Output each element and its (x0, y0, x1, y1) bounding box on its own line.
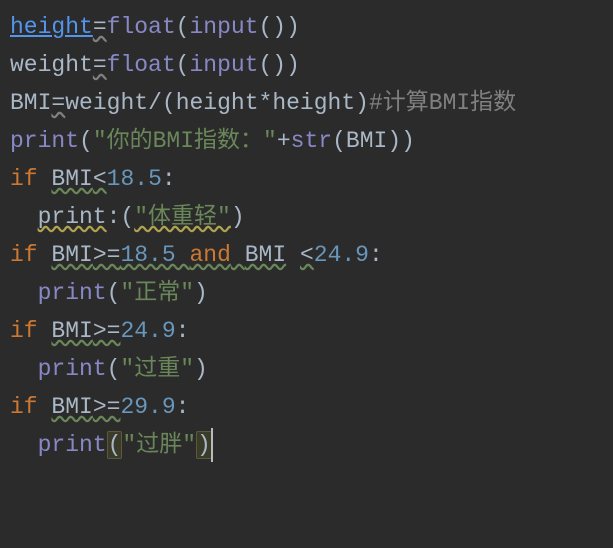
equals-op: = (93, 52, 107, 78)
code-editor[interactable]: height=float(input()) weight=float(input… (0, 0, 613, 464)
code-line[interactable]: print("正常") (10, 274, 609, 312)
paren-open: ( (162, 90, 176, 116)
builtin-float: float (107, 52, 176, 78)
string-literal: "正常" (120, 280, 194, 306)
builtin-input: input (189, 52, 258, 78)
keyword-if: if (10, 242, 38, 268)
colon: : (176, 394, 190, 420)
code-line[interactable]: if BMI>=18.5 and BMI <24.9: (10, 236, 609, 274)
code-line[interactable]: print("过胖") (10, 426, 609, 464)
paren-open: ( (176, 52, 190, 78)
identifier-weight: weight (10, 52, 93, 78)
multiply-op: * (259, 90, 273, 116)
code-line[interactable]: if BMI>=24.9: (10, 312, 609, 350)
keyword-if: if (10, 166, 38, 192)
code-line[interactable]: BMI=weight/(height*height)#计算BMI指数 (10, 84, 609, 122)
paren-open: ( (107, 431, 123, 459)
identifier-height: height (272, 90, 355, 116)
code-line[interactable]: print("你的BMI指数："+str(BMI)) (10, 122, 609, 160)
code-line[interactable]: weight=float(input()) (10, 46, 609, 84)
colon: : (176, 318, 190, 344)
paren-close: ) (286, 52, 300, 78)
code-line[interactable]: if BMI>=29.9: (10, 388, 609, 426)
identifier-bmi: BMI (245, 242, 286, 268)
paren-close: ) (231, 204, 245, 230)
paren-open: ( (120, 204, 134, 230)
paren-close: ) (355, 90, 369, 116)
number-literal: 18.5 (107, 166, 162, 192)
code-line[interactable]: print:("体重轻") (10, 198, 609, 236)
identifier-weight: weight (65, 90, 148, 116)
paren-close: ) (196, 431, 212, 459)
comment: #计算BMI指数 (369, 90, 516, 116)
colon: : (107, 204, 121, 230)
paren-close: ) (272, 14, 286, 40)
lt-op: < (93, 166, 107, 192)
keyword-and: and (189, 242, 230, 268)
number-literal: 18.5 (120, 242, 175, 268)
equals-op: = (51, 90, 65, 116)
identifier-bmi: BMI (51, 166, 92, 192)
code-line[interactable]: print("过重") (10, 350, 609, 388)
builtin-print: print (10, 128, 79, 154)
text-cursor: ) (196, 426, 212, 464)
paren-open: ( (107, 280, 121, 306)
keyword-if: if (10, 318, 38, 344)
plus-op: + (277, 128, 291, 154)
identifier-bmi: BMI (51, 242, 92, 268)
paren-close: ) (401, 128, 415, 154)
code-line[interactable]: height=float(input()) (10, 8, 609, 46)
number-literal: 24.9 (120, 318, 175, 344)
identifier-bmi: BMI (10, 90, 51, 116)
string-literal: "体重轻" (134, 204, 231, 230)
lt-op: < (300, 242, 314, 268)
builtin-print: print (38, 280, 107, 306)
builtin-print: print (38, 432, 107, 458)
paren-close: ) (387, 128, 401, 154)
divide-op: / (148, 90, 162, 116)
colon: : (369, 242, 383, 268)
identifier-bmi: BMI (346, 128, 387, 154)
paren-close: ) (286, 14, 300, 40)
identifier-height: height (10, 14, 93, 40)
code-line[interactable]: if BMI<18.5: (10, 160, 609, 198)
number-literal: 29.9 (120, 394, 175, 420)
identifier-height: height (176, 90, 259, 116)
paren-open: ( (107, 356, 121, 382)
builtin-input: input (189, 14, 258, 40)
paren-close: ) (194, 356, 208, 382)
identifier-bmi: BMI (51, 318, 92, 344)
paren-close: ) (194, 280, 208, 306)
string-literal: "你的BMI指数：" (93, 128, 277, 154)
builtin-float: float (107, 14, 176, 40)
ge-op: >= (93, 242, 121, 268)
identifier-print: print (38, 204, 107, 230)
paren-open: ( (258, 52, 272, 78)
ge-op: >= (93, 394, 121, 420)
paren-open: ( (258, 14, 272, 40)
paren-open: ( (176, 14, 190, 40)
keyword-if: if (10, 394, 38, 420)
number-literal: 24.9 (314, 242, 369, 268)
ge-op: >= (93, 318, 121, 344)
builtin-print: print (38, 356, 107, 382)
string-literal: "过重" (120, 356, 194, 382)
equals-op: = (93, 14, 107, 40)
identifier-bmi: BMI (51, 394, 92, 420)
builtin-str: str (291, 128, 332, 154)
string-literal: "过胖" (122, 432, 196, 458)
colon: : (162, 166, 176, 192)
paren-open: ( (332, 128, 346, 154)
paren-close: ) (272, 52, 286, 78)
paren-open: ( (79, 128, 93, 154)
